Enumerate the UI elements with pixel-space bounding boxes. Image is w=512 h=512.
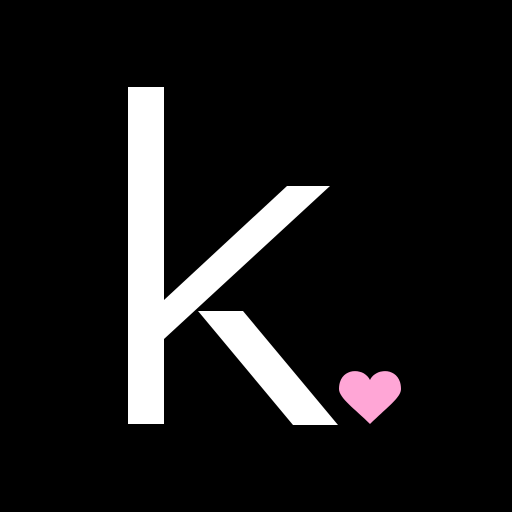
app-icon: k — [0, 0, 512, 512]
letter-k-logo — [128, 87, 338, 425]
heart-icon — [339, 371, 401, 424]
logo: k — [128, 87, 401, 425]
